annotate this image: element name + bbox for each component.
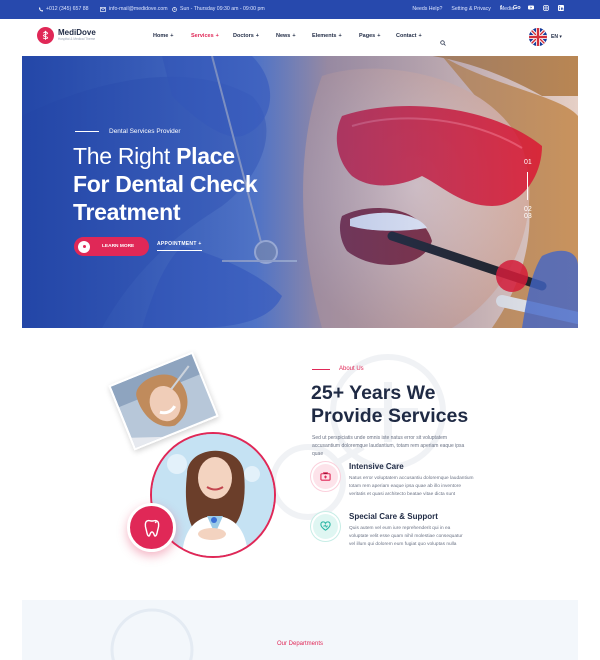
departments-subtitle: Our Departments [276, 641, 324, 647]
menu-bar: Home + Services + Doctors + News + Elements +… [153, 33, 436, 39]
feature-text-intensive: Natus error voluptatem accusantiu dolore… [349, 476, 474, 497]
hero-title-line2: For Dental Check [73, 171, 258, 197]
hero-subtitle: Dental Services Provider [75, 128, 181, 135]
hero-title: The Right Place For Dental Check Treatme… [73, 142, 258, 226]
about-subtitle: About Us [312, 366, 364, 372]
slide-number-2[interactable]: 02 [524, 206, 532, 213]
brand-name: MediDove [58, 28, 96, 37]
menu-label: Elements [312, 33, 337, 39]
linkedin-icon[interactable] [558, 5, 564, 11]
mail-icon [100, 6, 106, 12]
about-description: Sed ut perspiciatis unde omnis iste natu… [312, 435, 465, 457]
appointment-button[interactable]: APPOINTMENT + [157, 241, 202, 251]
caduceus-logo-icon [37, 27, 54, 44]
menu-item-doctors[interactable]: Doctors + [233, 33, 276, 39]
decorative-circle-icon [110, 608, 194, 660]
google-icon[interactable]: Go [513, 5, 521, 11]
social-links: f Go [498, 5, 564, 11]
appointment-label: APPOINTMENT [157, 241, 197, 247]
subtitle-line [312, 368, 330, 370]
menu-label: Pages [359, 33, 376, 39]
top-bar: +012 (345) 657 88 info-mail@medidove.com… [0, 0, 600, 19]
menu-label: Doctors [233, 33, 254, 39]
hero-label-text: Dental Services Provider [109, 128, 181, 135]
main-navigation: MediDove Hospital & Medical Theme Home + … [0, 19, 600, 55]
menu-item-services[interactable]: Services + [191, 33, 233, 39]
clock-icon [172, 6, 177, 12]
about-title-line2: Provide Services [311, 405, 469, 427]
feature-text-special: Quis autem vel eum iure reprehenderit qu… [349, 526, 463, 547]
tooth-badge [127, 503, 176, 552]
link-help[interactable]: Needs Help? [412, 6, 442, 12]
plus-icon: + [170, 33, 174, 39]
menu-label: Contact [396, 33, 417, 39]
menu-item-home[interactable]: Home + [153, 33, 191, 39]
phone-contact[interactable]: +012 (345) 657 88 [38, 6, 89, 12]
search-icon[interactable] [440, 33, 446, 51]
brand-tagline: Hospital & Medical Theme [58, 37, 96, 41]
language-selector[interactable]: EN ▾ [551, 34, 562, 40]
chevron-down-icon: ▾ [559, 34, 562, 40]
slide-progress-line [527, 172, 529, 200]
hero-title-line3: Treatment [73, 199, 181, 225]
menu-item-pages[interactable]: Pages + [359, 33, 396, 39]
slide-number-3[interactable]: 03 [524, 213, 532, 220]
brand-logo[interactable]: MediDove Hospital & Medical Theme [37, 27, 96, 44]
medical-kit-icon [320, 472, 331, 481]
youtube-icon[interactable] [528, 5, 534, 11]
special-care-icon-wrap [313, 514, 338, 539]
menu-item-elements[interactable]: Elements + [312, 33, 359, 39]
plus-icon: + [198, 241, 202, 247]
plus-icon: + [418, 33, 422, 39]
learn-more-button[interactable]: LEARN MORE [74, 237, 149, 256]
phone-number: +012 (345) 657 88 [46, 6, 89, 12]
menu-label: Home [153, 33, 169, 39]
plus-icon: + [377, 33, 381, 39]
uk-flag-icon[interactable] [529, 28, 547, 46]
about-subtitle-text: About Us [339, 366, 364, 372]
tooth-icon [144, 519, 159, 537]
learn-more-label: LEARN MORE [102, 244, 135, 249]
about-title-line1: 25+ Years We [311, 382, 436, 404]
feature-title-special: Special Care & Support [349, 512, 438, 521]
plus-icon: + [338, 33, 342, 39]
facebook-icon[interactable]: f [498, 5, 504, 11]
email-contact[interactable]: info-mail@medidove.com [100, 6, 168, 12]
language-code: EN [551, 34, 558, 40]
email-address: info-mail@medidove.com [109, 6, 168, 12]
menu-label: News [276, 33, 291, 39]
menu-item-contact[interactable]: Contact + [396, 33, 436, 39]
intensive-care-icon-wrap [313, 464, 338, 489]
plus-icon: + [215, 33, 219, 39]
slide-indicator: 01 02 03 [524, 159, 532, 220]
menu-label: Services [191, 33, 214, 39]
hours-text: Sun - Thursday 09:30 am - 09:00 pm [180, 6, 265, 12]
plus-icon: + [292, 33, 296, 39]
phone-icon [39, 7, 43, 11]
instagram-icon[interactable] [543, 5, 549, 11]
subtitle-line [75, 131, 99, 132]
hero-slider: Dental Services Provider The Right Place… [22, 56, 578, 328]
about-title: 25+ Years We Provide Services [311, 382, 468, 428]
link-privacy[interactable]: Setting & Privacy [451, 6, 491, 12]
record-dot-icon [78, 240, 90, 253]
feature-title-intensive: Intensive Care [349, 462, 404, 471]
hero-title-thin: The Right [73, 143, 171, 169]
departments-section: Our Departments [22, 600, 578, 660]
opening-hours: Sun - Thursday 09:30 am - 09:00 pm [172, 6, 265, 12]
heart-care-icon [320, 521, 331, 531]
plus-icon: + [255, 33, 259, 39]
slide-number-1[interactable]: 01 [524, 159, 532, 166]
menu-item-news[interactable]: News + [276, 33, 312, 39]
hero-title-bold: Place [176, 143, 235, 169]
